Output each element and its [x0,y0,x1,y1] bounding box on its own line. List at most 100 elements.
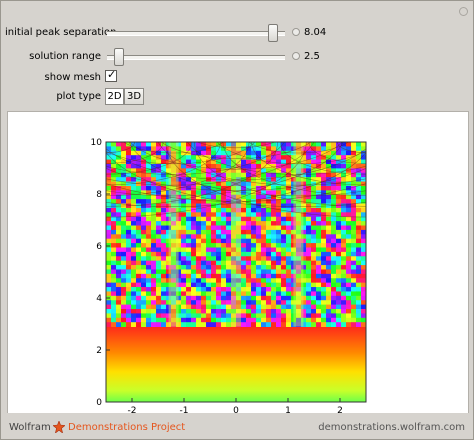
heatmap-cell [196,185,202,191]
heatmap-cell [156,256,162,262]
heatmap-cell [121,260,127,266]
heatmap-cell [311,203,317,209]
heatmap-cell [356,313,362,319]
heatmap-cell [141,300,147,306]
heatmap-cell [256,247,262,253]
heatmap-cell [121,207,127,213]
heatmap-cell [261,238,267,244]
wolfram-brand[interactable]: Wolfram [9,422,51,433]
plot-type-2d-button[interactable]: 2D [105,88,124,105]
heatmap-cell [316,238,322,244]
peak-separation-slider[interactable] [107,23,289,43]
heatmap-cell [351,216,357,222]
heatmap-cell [136,304,142,310]
heatmap-cell [191,238,197,244]
heatmap-cell [201,221,207,226]
heatmap-cell [281,256,287,262]
peak-separation-thumb[interactable] [268,24,279,42]
heatmap-cell [151,207,157,213]
heatmap-cell [136,185,142,191]
heatmap-cell [271,300,277,306]
heatmap-cell [276,251,282,257]
heatmap-cell [206,291,212,297]
show-mesh-checkbox[interactable]: ✓ [105,69,117,82]
heatmap-cell [241,234,247,240]
heatmap-cell [246,256,252,262]
heatmap-cell [221,295,227,301]
heatmap-cell [261,142,267,147]
heatmap-cell [196,278,202,284]
heatmap-cell [196,190,202,196]
heatmap-cell [266,243,272,248]
heatmap-cell [326,207,332,213]
heatmap-cell [261,207,267,213]
heatmap-cell [281,221,287,226]
heatmap-cell [266,234,272,240]
heatmap-cell [286,181,292,187]
heatmap-cell [221,256,227,262]
heatmap-cell [316,229,322,235]
heatmap-cell [266,282,272,288]
heatmap-cell [281,269,287,275]
heatmap-cell [131,229,137,235]
heatmap-cell [311,177,317,182]
heatmap-cell [276,155,282,160]
heatmap-cell [131,207,137,213]
heatmap-cell [106,313,112,319]
heatmap-cell [341,265,347,270]
heatmap-cell [221,278,227,284]
heatmap-cell [146,225,152,231]
heatmap-cell [346,265,352,270]
heatmap-cell [121,317,127,323]
heatmap-cell [356,247,362,253]
heatmap-cell [256,243,262,248]
y-tick-label: 0 [96,398,102,408]
heatmap-cell [121,216,127,222]
peak-separation-expand-icon[interactable] [292,28,300,36]
heatmap-cell [126,163,132,169]
heatmap-cell [336,238,342,244]
window-options-icon[interactable] [459,7,468,16]
heatmap-cell [111,155,117,160]
heatmap-cell [221,225,227,231]
site-link[interactable]: demonstrations.wolfram.com [318,422,465,433]
heatmap-cell [196,269,202,275]
demonstration-window: initial peak separation 8.04 solution ra… [0,0,474,440]
heatmap-cell [331,265,337,270]
heatmap-cell [241,238,247,244]
heatmap-cell [276,207,282,213]
heatmap-cell [121,247,127,253]
heatmap-cell [306,313,312,319]
heatmap-cell [181,269,187,275]
heatmap-cell [246,269,252,275]
heatmap-cell [286,203,292,209]
solution-range-slider[interactable] [107,47,289,67]
demonstrations-project-link[interactable]: Demonstrations Project [68,422,185,433]
solution-range-expand-icon[interactable] [292,52,300,60]
plot-type-3d-button[interactable]: 3D [124,88,144,105]
heatmap-cell [206,212,212,218]
heatmap-cell [156,190,162,196]
heatmap-cell [211,260,217,266]
heatmap-cell [261,304,267,310]
heatmap-cell [156,221,162,226]
peak-separation-track[interactable] [107,31,285,36]
heatmap-cell [256,322,262,327]
heatmap-cell [246,207,252,213]
heatmap-cell [281,142,287,147]
heatmap-cell [241,309,247,314]
heatmap-cell [111,251,117,257]
heatmap-cell [161,194,167,200]
heatmap-cell [261,309,267,314]
heatmap-cell [151,282,157,288]
solution-range-track[interactable] [107,55,285,60]
heatmap-cell [316,260,322,266]
heatmap-cell [196,260,202,266]
y-tick-label: 6 [96,242,102,252]
heatmap-cell [161,243,167,248]
heatmap-cell [336,243,342,248]
solution-range-thumb[interactable] [113,48,124,66]
heatmap-cell [126,309,132,314]
heatmap-cell [151,269,157,275]
heatmap-cell [276,172,282,178]
